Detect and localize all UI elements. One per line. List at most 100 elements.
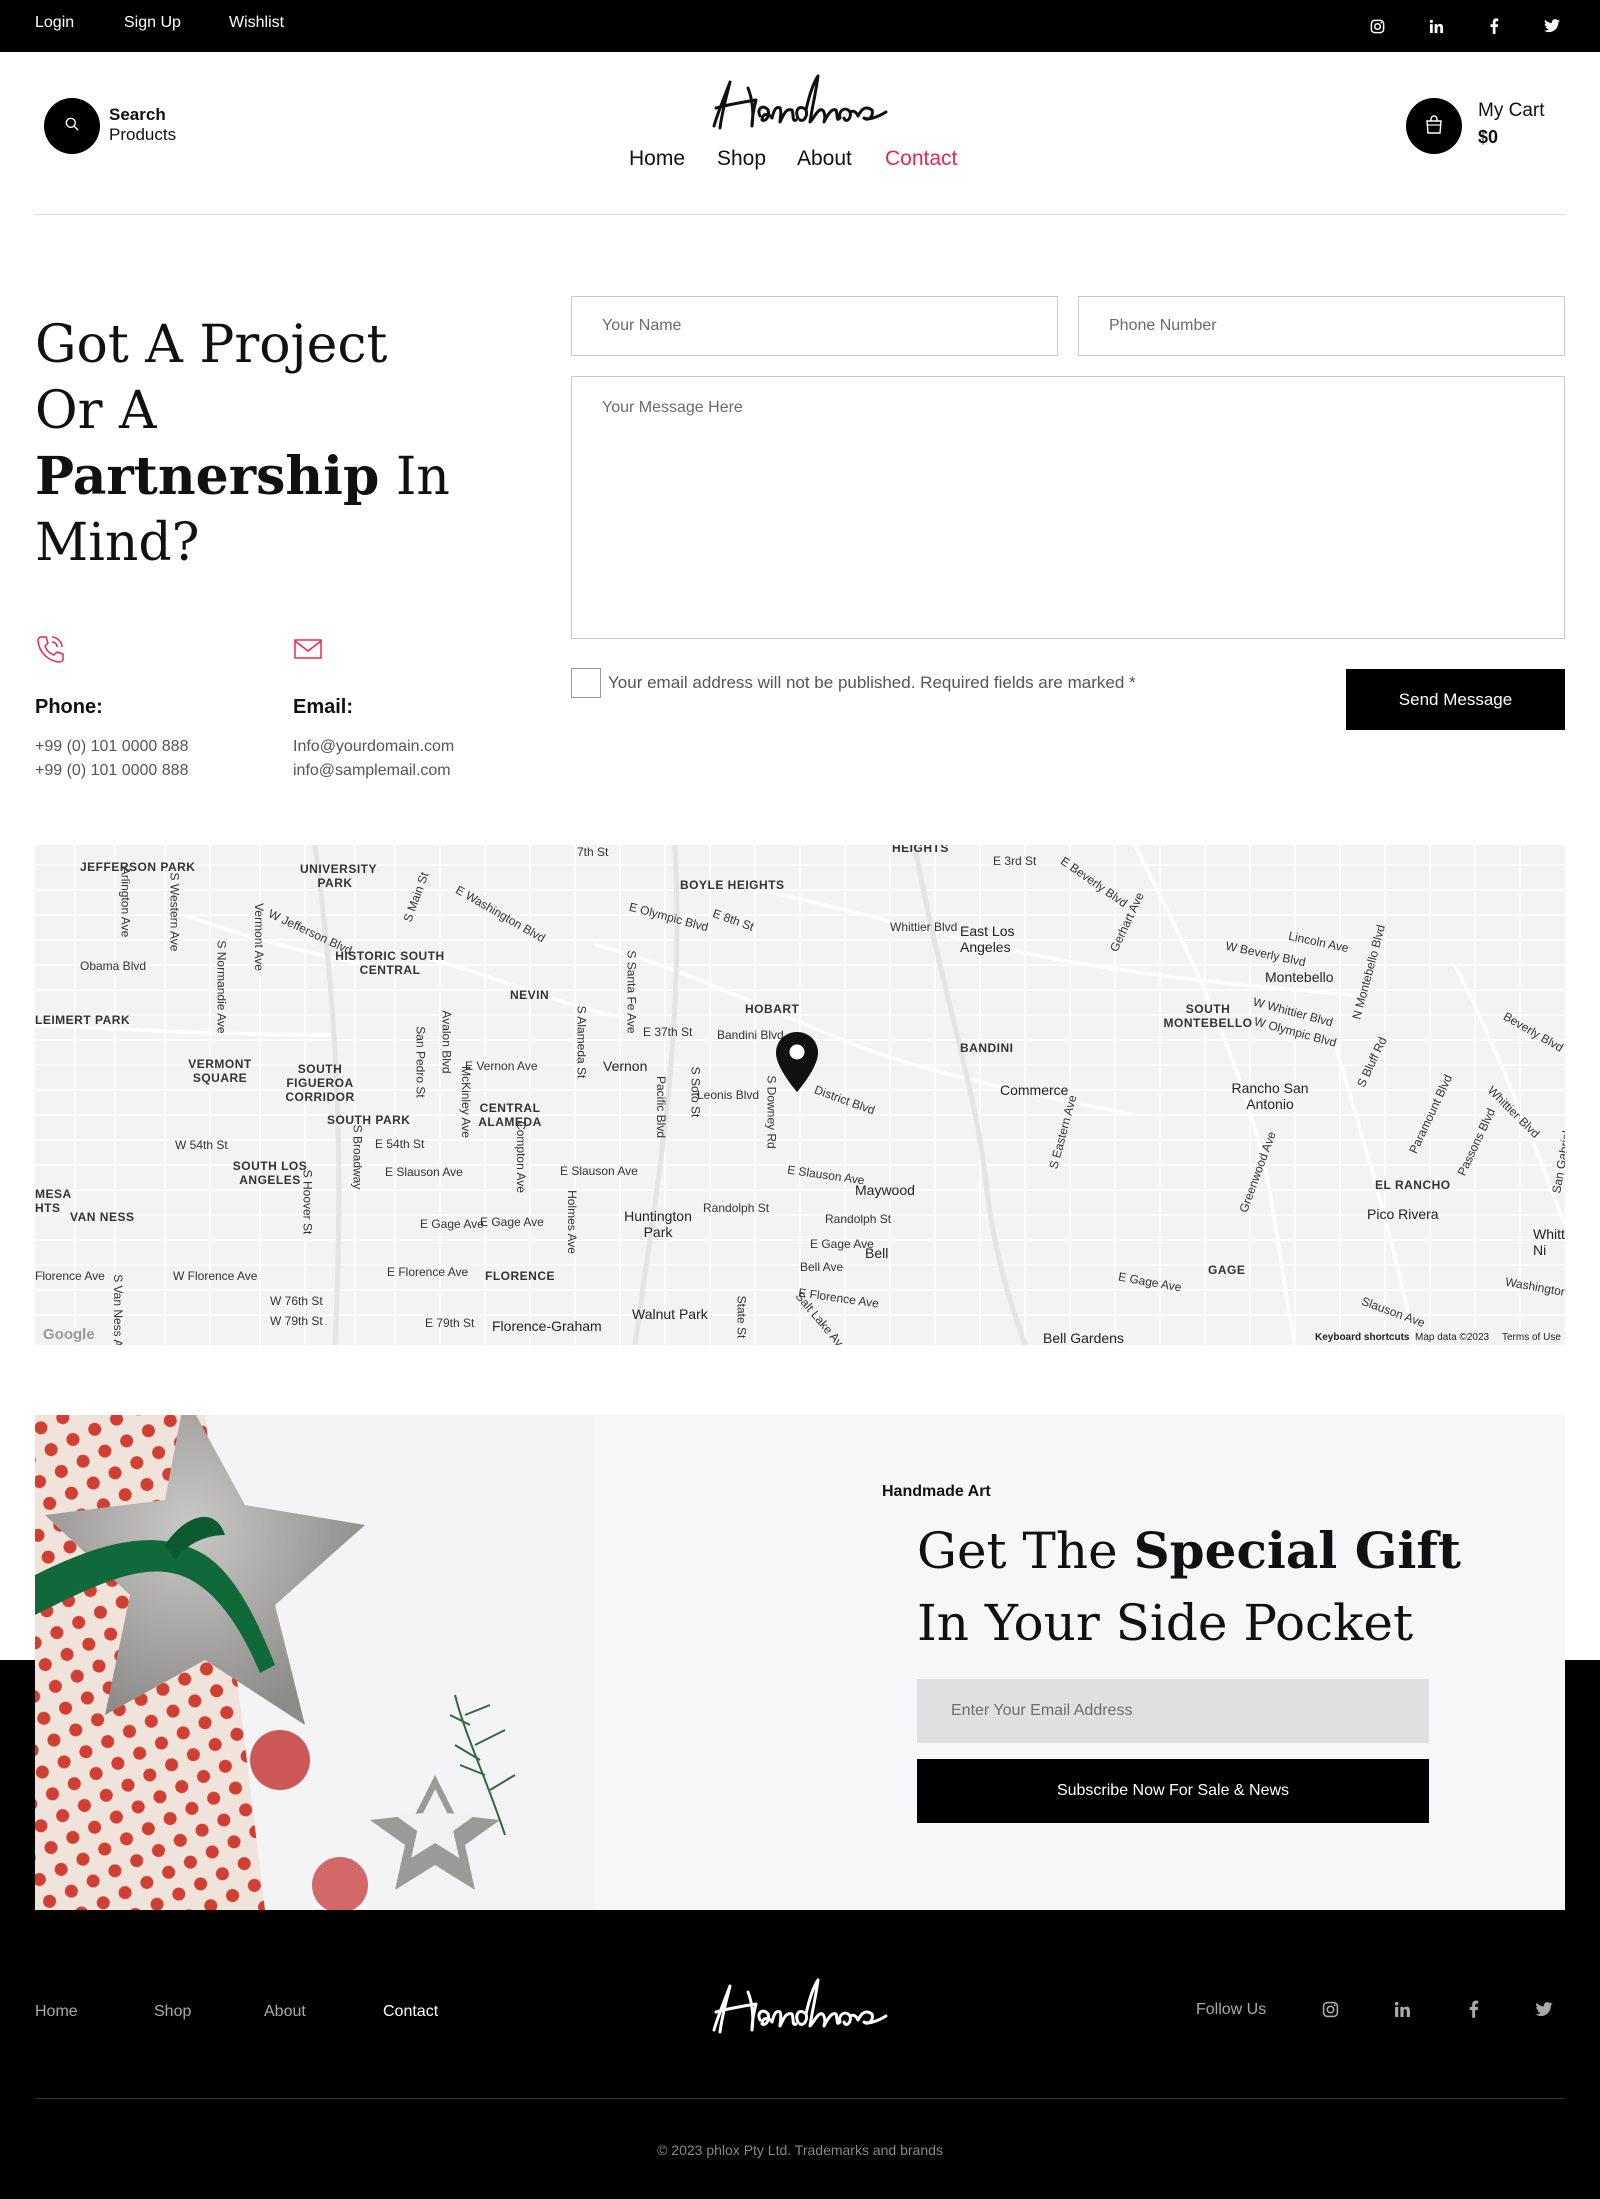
name-input[interactable]: [571, 296, 1058, 356]
linkedin-icon[interactable]: [1389, 1996, 1415, 2022]
cart-button[interactable]: [1406, 98, 1462, 154]
map-label: Walnut Park: [632, 1306, 708, 1322]
nav-contact[interactable]: Contact: [885, 147, 957, 171]
logo[interactable]: [700, 68, 900, 138]
street-label: S Soto St: [688, 1066, 703, 1118]
street-label: S Van Ness Ave: [110, 1274, 125, 1345]
instagram-icon[interactable]: [1365, 14, 1389, 38]
search-icon: [65, 117, 79, 136]
signup-link[interactable]: Sign Up: [124, 14, 181, 32]
map-label: HEIGHTS: [892, 845, 949, 855]
map-label: BANDINI: [960, 1041, 1014, 1055]
footer-link-contact[interactable]: Contact: [383, 2003, 438, 2021]
facebook-icon[interactable]: [1460, 1996, 1486, 2022]
street-label: E Slauson Ave: [560, 1164, 638, 1178]
street-label: Bell Ave: [800, 1260, 844, 1274]
street-label: S Western Ave: [167, 872, 182, 952]
phone-number-1[interactable]: +99 (0) 101 0000 888: [35, 738, 188, 756]
street-label: Randolph St: [703, 1201, 770, 1215]
instagram-icon[interactable]: [1317, 1996, 1343, 2022]
map-label: Rancho San Antonio: [1231, 1080, 1309, 1112]
map-label: Florence-Graham: [492, 1318, 602, 1334]
map[interactable]: JEFFERSON PARK UNIVERSITY PARK BOYLE HEI…: [35, 845, 1565, 1345]
nav-shop[interactable]: Shop: [717, 147, 766, 171]
login-link[interactable]: Login: [35, 14, 74, 32]
twitter-icon[interactable]: [1531, 1996, 1557, 2022]
linkedin-icon[interactable]: [1424, 14, 1448, 38]
street-label: Obama Blvd: [80, 959, 147, 973]
map-label: NEVIN: [510, 988, 550, 1002]
twitter-icon[interactable]: [1540, 14, 1564, 38]
street-label: S Broadway: [350, 1124, 365, 1190]
street-label: S Santa Fe Ave: [624, 950, 639, 1034]
map-label: HISTORIC SOUTH CENTRAL: [335, 949, 445, 977]
consent-checkbox[interactable]: [571, 668, 601, 698]
footer-link-home[interactable]: Home: [35, 2003, 78, 2021]
street-label: E Gage Ave: [810, 1237, 874, 1251]
map-label: HOBART: [745, 1002, 800, 1016]
street-label: E Gage Ave: [420, 1217, 484, 1231]
map-label: Huntington Park: [624, 1208, 692, 1240]
footer-logo[interactable]: [700, 1972, 900, 2042]
map-label: LEIMERT PARK: [35, 1013, 131, 1027]
street-label: Avalon Blvd: [439, 1010, 454, 1074]
search-sublabel[interactable]: Products: [109, 125, 176, 145]
street-label: Holmes Ave: [564, 1190, 579, 1254]
consent-text: Your email address will not be published…: [608, 673, 1136, 692]
message-textarea[interactable]: [571, 376, 1565, 639]
street-label: E Slauson Ave: [385, 1165, 463, 1179]
terms-of-use-link[interactable]: Terms of Use: [1502, 1332, 1561, 1343]
newsletter-email-input[interactable]: [917, 1679, 1429, 1743]
map-label: UNIVERSITY PARK: [300, 862, 378, 890]
footer-link-shop[interactable]: Shop: [154, 2003, 191, 2021]
map-label: Whitt Ni: [1533, 1226, 1565, 1258]
email-icon: [293, 634, 323, 669]
map-label: FLORENCE: [485, 1269, 555, 1283]
page-title: Got A Project Or A Partnership In Mind?: [35, 315, 450, 573]
street-label: San Pedro St: [413, 1026, 428, 1098]
cart-amount: $0: [1478, 127, 1499, 147]
map-label: VAN NESS: [70, 1210, 135, 1224]
email-address-1[interactable]: Info@yourdomain.com: [293, 738, 454, 756]
promo-kicker: Handmade Art: [882, 1483, 991, 1500]
phone-icon: [35, 634, 65, 669]
street-label: Florence Ave: [35, 1269, 105, 1283]
header-divider: [35, 214, 1565, 215]
search-label[interactable]: Search: [109, 105, 166, 125]
nav-home[interactable]: Home: [629, 147, 685, 171]
street-label: W 76th St: [270, 1294, 323, 1308]
follow-us-label: Follow Us: [1196, 2001, 1267, 2018]
street-label: McKinley Ave: [458, 1066, 473, 1138]
map-label: Montebello: [1265, 969, 1334, 985]
footer-link-about[interactable]: About: [264, 2003, 306, 2021]
street-label: E 3rd St: [993, 854, 1037, 868]
facebook-icon[interactable]: [1482, 14, 1506, 38]
email-address-2[interactable]: info@samplemail.com: [293, 762, 451, 780]
cart-label[interactable]: My Cart: [1478, 100, 1545, 122]
search-button[interactable]: [44, 98, 100, 154]
top-bar: Login Sign Up Wishlist: [0, 0, 1600, 52]
gift-decoration-image: [35, 1415, 595, 1910]
street-label: Leonis Blvd: [697, 1088, 760, 1102]
footer-divider: [35, 2098, 1565, 2099]
map-label: SOUTH PARK: [327, 1113, 411, 1127]
street-label: Vermont Ave: [251, 903, 266, 971]
send-message-button[interactable]: Send Message: [1346, 669, 1565, 730]
subscribe-button[interactable]: Subscribe Now For Sale & News: [917, 1759, 1429, 1823]
google-watermark: Google: [43, 1326, 95, 1343]
street-label: Compton Ave: [513, 1121, 528, 1193]
map-label: Commerce: [1000, 1082, 1069, 1098]
nav-about[interactable]: About: [797, 147, 852, 171]
street-label: 7th St: [577, 845, 609, 859]
wishlist-link[interactable]: Wishlist: [229, 14, 284, 32]
phone-number-2[interactable]: +99 (0) 101 0000 888: [35, 762, 188, 780]
street-label: E 54th St: [375, 1137, 425, 1151]
map-label: SOUTH FIGUEROA CORRIDOR: [285, 1062, 355, 1104]
promo-title: Get The Special Gift In Your Side Pocket: [917, 1521, 1461, 1652]
newsletter-section: [35, 1415, 1565, 1910]
keyboard-shortcuts-link[interactable]: Keyboard shortcuts: [1315, 1332, 1409, 1343]
map-label: SOUTH MONTEBELLO: [1163, 1002, 1253, 1030]
map-label: Bell Gardens: [1043, 1330, 1124, 1345]
map-label: MESA HTS: [35, 1187, 72, 1215]
phone-input[interactable]: [1078, 296, 1565, 356]
